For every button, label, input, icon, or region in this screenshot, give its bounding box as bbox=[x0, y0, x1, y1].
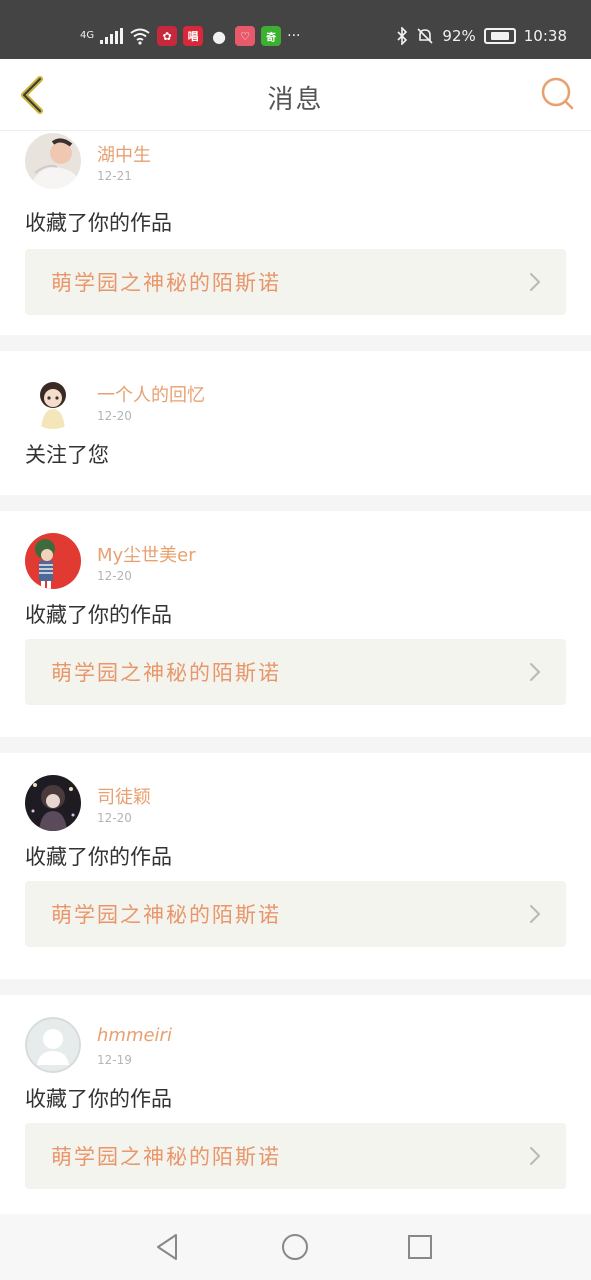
battery-percent: 92% bbox=[442, 27, 476, 45]
avatar[interactable] bbox=[25, 775, 81, 831]
message-date: 12-20 bbox=[97, 811, 132, 825]
wifi-icon bbox=[130, 28, 150, 45]
work-title: 萌学园之神秘的陌斯诺 bbox=[51, 661, 281, 685]
default-avatar-icon[interactable] bbox=[25, 1017, 81, 1073]
nav-home-button[interactable] bbox=[279, 1231, 311, 1263]
avatar[interactable] bbox=[25, 373, 81, 429]
wechat-icon: ● bbox=[209, 26, 230, 46]
work-link[interactable]: 萌学园之神秘的陌斯诺 bbox=[25, 881, 566, 947]
message-action: 收藏了你的作品 bbox=[25, 603, 172, 627]
work-title: 萌学园之神秘的陌斯诺 bbox=[51, 1145, 281, 1169]
message-date: 12-21 bbox=[97, 169, 132, 183]
circle-home-icon bbox=[282, 1234, 308, 1260]
username[interactable]: My尘世美er bbox=[97, 541, 196, 567]
message-header: 湖中生 12-21 bbox=[25, 131, 566, 193]
page-title: 消息 bbox=[267, 85, 324, 115]
triangle-back-icon bbox=[157, 1234, 177, 1260]
message-header: 一个人的回忆 12-20 bbox=[25, 351, 566, 431]
message-item: 司徒颖 12-20 收藏了你的作品 萌学园之神秘的陌斯诺 bbox=[0, 753, 591, 979]
message-action: 关注了您 bbox=[25, 443, 109, 467]
message-date: 12-20 bbox=[97, 409, 132, 423]
message-item: 一个人的回忆 12-20 关注了您 bbox=[0, 351, 591, 495]
message-date: 12-20 bbox=[97, 569, 132, 583]
username[interactable]: 一个人的回忆 bbox=[97, 381, 205, 407]
work-link[interactable]: 萌学园之神秘的陌斯诺 bbox=[25, 639, 566, 705]
avatar[interactable] bbox=[25, 133, 81, 189]
nav-recents-button[interactable] bbox=[404, 1231, 436, 1263]
message-item: hmmeiri 12-19 收藏了你的作品 萌学园之神秘的陌斯诺 bbox=[0, 995, 591, 1214]
chevron-right-icon bbox=[530, 663, 541, 681]
search-icon bbox=[541, 77, 574, 110]
message-header: hmmeiri 12-19 bbox=[25, 995, 566, 1075]
username[interactable]: hmmeiri bbox=[97, 1025, 172, 1046]
system-nav-bar bbox=[0, 1214, 591, 1280]
message-header: 司徒颖 12-20 bbox=[25, 753, 566, 833]
chevron-right-icon bbox=[530, 905, 541, 923]
work-title: 萌学园之神秘的陌斯诺 bbox=[51, 903, 281, 927]
chevron-right-icon bbox=[530, 1147, 541, 1165]
message-item: My尘世美er 12-20 收藏了你的作品 萌学园之神秘的陌斯诺 bbox=[0, 511, 591, 737]
chevron-right-icon bbox=[530, 273, 541, 291]
clock: 10:38 bbox=[523, 27, 567, 45]
status-bar: 4G ✿ 唱 ● ♡ 奇 ··· 92% 10:38 bbox=[0, 0, 591, 59]
username[interactable]: 司徒颖 bbox=[97, 783, 151, 809]
search-button[interactable] bbox=[539, 75, 577, 113]
message-action: 收藏了你的作品 bbox=[25, 1087, 172, 1111]
battery-icon bbox=[483, 28, 516, 44]
more-notifications-icon: ··· bbox=[287, 28, 301, 44]
message-action: 收藏了你的作品 bbox=[25, 845, 172, 869]
work-link[interactable]: 萌学园之神秘的陌斯诺 bbox=[25, 249, 566, 315]
work-title: 萌学园之神秘的陌斯诺 bbox=[51, 271, 281, 295]
square-recents-icon bbox=[408, 1235, 432, 1259]
work-link[interactable]: 萌学园之神秘的陌斯诺 bbox=[25, 1123, 566, 1189]
mute-bell-icon bbox=[417, 28, 433, 44]
avatar[interactable] bbox=[25, 533, 81, 589]
message-item: 湖中生 12-21 收藏了你的作品 萌学园之神秘的陌斯诺 bbox=[0, 131, 591, 335]
network-type: 4G bbox=[80, 30, 95, 41]
changba-icon: 唱 bbox=[183, 26, 204, 46]
message-date: 12-19 bbox=[97, 1053, 132, 1067]
signal-icon bbox=[100, 28, 124, 44]
username[interactable]: 湖中生 bbox=[97, 141, 151, 167]
bluetooth-icon bbox=[397, 27, 408, 45]
nav-back-button[interactable] bbox=[152, 1231, 184, 1263]
huawei-icon: ✿ bbox=[157, 26, 178, 46]
app-pink-icon: ♡ bbox=[235, 26, 256, 46]
message-header: My尘世美er 12-20 bbox=[25, 511, 566, 591]
status-right: 92% 10:38 bbox=[396, 22, 567, 50]
status-left: 4G ✿ 唱 ● ♡ 奇 ··· bbox=[80, 22, 300, 50]
message-action: 收藏了你的作品 bbox=[25, 211, 172, 235]
iqiyi-icon: 奇 bbox=[261, 26, 282, 46]
app-header: 消息 bbox=[0, 59, 591, 131]
message-list[interactable]: 湖中生 12-21 收藏了你的作品 萌学园之神秘的陌斯诺 一个人的回忆 12-2… bbox=[0, 131, 591, 1214]
